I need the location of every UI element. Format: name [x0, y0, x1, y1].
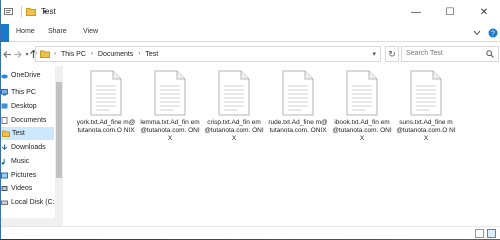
pictures-icon — [1, 172, 8, 179]
text-file-icon — [218, 70, 250, 116]
sidebar-item-documents[interactable]: Documents — [1, 114, 54, 127]
toolbar-divider — [21, 6, 22, 17]
file-name: rude.txt.Ad_fine m@tutanota.com. ONIX — [268, 119, 328, 134]
text-file-icon — [410, 70, 442, 116]
file-name: suns.txt.Ad_fine m@tutanota.com.O NIX — [396, 119, 456, 142]
file-tab[interactable] — [1, 24, 9, 42]
folder-icon — [2, 130, 10, 137]
breadcrumb-separator-icon[interactable]: › — [91, 51, 93, 57]
videos-icon — [1, 185, 8, 192]
search-placeholder: Search Test — [406, 50, 443, 57]
text-file-icon — [282, 70, 314, 116]
address-bar[interactable]: › This PC › Documents › Test ▾ — [35, 46, 381, 62]
details-view-icon[interactable] — [475, 229, 484, 238]
search-icon — [486, 50, 494, 60]
sidebar-item-label: Music — [11, 158, 30, 165]
large-icons-view-icon[interactable] — [487, 229, 496, 238]
search-input[interactable]: Search Test — [401, 46, 499, 62]
tab-share[interactable]: Share — [48, 28, 67, 35]
file-list: york.txt.Ad_fine m@tutanota.com.O NIX le… — [63, 66, 500, 218]
tab-home[interactable]: Home — [16, 28, 35, 35]
close-button[interactable]: ✕ — [467, 0, 500, 24]
sidebar-item-local-disk[interactable]: Local Disk (C:) — [1, 196, 57, 209]
sidebar-item-label: Test — [12, 130, 25, 137]
file-item[interactable]: york.txt.Ad_fine m@tutanota.com.O NIX — [76, 70, 136, 135]
breadcrumb-this-pc[interactable]: This PC — [61, 51, 86, 58]
svg-text:?: ? — [491, 31, 495, 38]
file-item[interactable]: lemma.txt.Ad_fin em@tutanota.com. ONIX — [140, 70, 200, 143]
file-item[interactable]: ibook.txt.Ad_fin em@tutanota.com. ONIX — [332, 70, 392, 143]
address-dropdown-chevron-icon[interactable]: ▾ — [372, 50, 376, 58]
sidebar-item-pictures[interactable]: Pictures — [1, 169, 54, 182]
sidebar-item-onedrive[interactable]: OneDrive — [1, 69, 54, 82]
sidebar-item-label: Local Disk (C:) — [11, 199, 57, 206]
sidebar-item-this-pc[interactable]: This PC — [1, 86, 54, 99]
tab-view[interactable]: View — [83, 28, 98, 35]
sidebar-item-label: Desktop — [11, 103, 37, 110]
text-file-icon — [346, 70, 378, 116]
drive-icon — [1, 199, 8, 206]
sidebar-item-label: Videos — [11, 185, 33, 192]
window-title: Test — [41, 7, 56, 16]
title-bar: ▾ Test — ☐ ✕ — [1, 0, 500, 24]
folder-icon — [40, 50, 50, 58]
sidebar-item-label: Downloads — [11, 144, 46, 151]
sidebar-item-test[interactable]: Test — [1, 127, 54, 140]
breadcrumb-documents[interactable]: Documents — [98, 51, 133, 58]
file-item[interactable]: crisp.txt.Ad_fin em@tutanota.com. ONIX — [204, 70, 264, 143]
navigation-pane-scrollbar[interactable] — [55, 66, 63, 218]
expand-ribbon-icon[interactable] — [471, 27, 483, 39]
sidebar-item-label: Pictures — [11, 172, 37, 179]
sidebar-item-videos[interactable]: Videos — [1, 182, 54, 195]
file-item[interactable]: rude.txt.Ad_fine m@tutanota.com. ONIX — [268, 70, 328, 135]
status-bar — [1, 226, 500, 239]
downloads-icon — [1, 144, 8, 151]
ribbon-tabs: Home Share View ? — [1, 24, 500, 42]
text-file-icon — [90, 70, 122, 116]
sidebar-item-label: Documents — [11, 117, 47, 124]
file-item[interactable]: suns.txt.Ad_fine m@tutanota.com.O NIX — [396, 70, 456, 143]
navigation-bar: ▾ › This PC › Documents › Test ▾ ↻ Searc… — [1, 43, 500, 65]
breadcrumb-separator-icon[interactable]: › — [138, 51, 140, 57]
maximize-button[interactable]: ☐ — [433, 0, 467, 24]
file-explorer-window: ▾ Test — ☐ ✕ Home Share View ? ▾ › This … — [0, 0, 500, 239]
file-name: ibook.txt.Ad_fin em@tutanota.com. ONIX — [332, 119, 392, 142]
text-file-icon — [154, 70, 186, 116]
sidebar-item-label: OneDrive — [11, 72, 41, 79]
cloud-icon — [1, 72, 8, 79]
sidebar-item-desktop[interactable]: Desktop — [1, 100, 54, 113]
minimize-button[interactable]: — — [399, 0, 433, 24]
new-folder-icon[interactable] — [26, 7, 36, 17]
scrollbar-thumb[interactable] — [56, 82, 62, 178]
breadcrumb-separator-icon[interactable]: › — [54, 51, 56, 57]
refresh-icon[interactable]: ↻ — [385, 46, 399, 62]
file-name: york.txt.Ad_fine m@tutanota.com.O NIX — [76, 119, 136, 134]
help-icon[interactable]: ? — [487, 27, 499, 39]
file-name: lemma.txt.Ad_fin em@tutanota.com. ONIX — [140, 119, 200, 142]
sidebar-item-music[interactable]: Music — [1, 155, 54, 168]
sidebar-item-downloads[interactable]: Downloads — [1, 141, 54, 154]
horizontal-scrollbar[interactable] — [1, 218, 63, 226]
sidebar-item-label: This PC — [11, 89, 36, 96]
breadcrumb-test[interactable]: Test — [145, 51, 158, 58]
file-name: crisp.txt.Ad_fin em@tutanota.com. ONIX — [204, 119, 264, 142]
properties-icon[interactable] — [3, 7, 13, 17]
navigation-pane: OneDrive This PC Desktop Documents Test — [1, 66, 63, 218]
computer-icon — [1, 89, 8, 96]
desktop-icon — [1, 103, 8, 110]
music-icon — [1, 158, 8, 165]
documents-icon — [1, 117, 8, 124]
